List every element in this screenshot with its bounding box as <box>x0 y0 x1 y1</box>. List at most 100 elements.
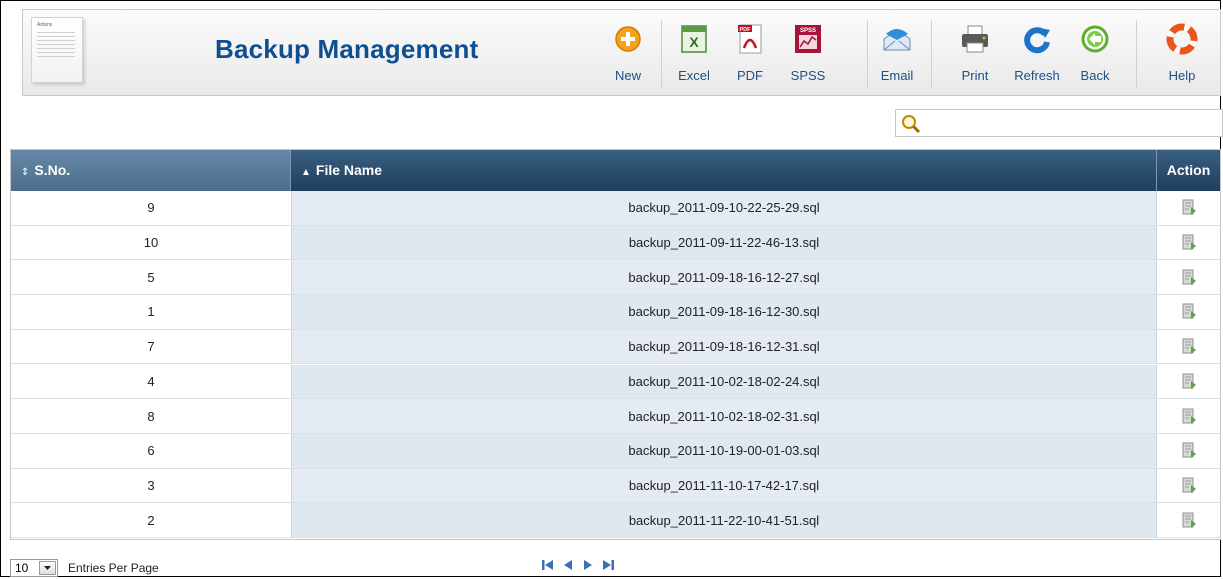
file-name-value: backup_2011-09-18-16-12-27.sql <box>628 269 820 285</box>
pdf-button-label: PDF <box>737 68 763 83</box>
table-row[interactable]: 3 backup_2011-11-10-17-42-17.sql <box>11 468 1220 504</box>
excel-export-button[interactable]: X Excel <box>671 10 717 96</box>
cell-file-name: backup_2011-09-10-22-25-29.sql <box>291 191 1157 225</box>
column-header-sno[interactable]: ⇕ S.No. <box>11 150 291 191</box>
file-name-value: backup_2011-10-02-18-02-31.sql <box>628 408 820 424</box>
plus-circle-icon <box>615 26 641 52</box>
print-button[interactable]: Print <box>953 10 997 96</box>
cell-sno: 4 <box>11 365 291 399</box>
search-icon[interactable] <box>900 113 922 135</box>
svg-text:X: X <box>689 34 699 50</box>
restore-backup-icon[interactable] <box>1181 234 1197 251</box>
cell-action <box>1157 330 1220 364</box>
table-row[interactable]: 6 backup_2011-10-19-00-01-03.sql <box>11 433 1220 469</box>
cell-file-name: backup_2011-10-02-18-02-24.sql <box>291 364 1157 399</box>
table-row[interactable]: 10 backup_2011-09-11-22-46-13.sql <box>11 225 1220 261</box>
back-button[interactable]: Back <box>1073 10 1117 96</box>
backup-files-table: ⇕ S.No. ▲ File Name Action 9 backup_2011-09… <box>10 149 1221 540</box>
sno-value: 6 <box>147 443 155 459</box>
page-title: Backup Management <box>215 34 479 64</box>
previous-page-icon[interactable] <box>561 558 575 572</box>
svg-text:SPSS: SPSS <box>800 28 816 34</box>
restore-backup-icon[interactable] <box>1181 408 1197 425</box>
search-box <box>895 109 1223 138</box>
cell-sno: 6 <box>11 434 291 468</box>
spss-button-label: SPSS <box>790 68 826 83</box>
restore-backup-icon[interactable] <box>1181 477 1197 494</box>
pdf-icon: PDF <box>738 24 762 54</box>
restore-backup-icon[interactable] <box>1181 269 1197 286</box>
column-header-file-name[interactable]: ▲ File Name <box>291 150 1157 191</box>
restore-backup-icon[interactable] <box>1181 512 1197 529</box>
sno-value: 9 <box>147 200 155 216</box>
help-button[interactable]: Help <box>1158 10 1206 96</box>
cell-action <box>1157 260 1220 294</box>
table-row[interactable]: 5 backup_2011-09-18-16-12-27.sql <box>11 260 1220 296</box>
cell-file-name: backup_2011-09-18-16-12-30.sql <box>291 295 1157 329</box>
table-row[interactable]: 9 backup_2011-09-10-22-25-29.sql <box>11 191 1220 226</box>
document-thumbnail-title: Artisns <box>37 22 53 28</box>
file-name-value: backup_2011-11-10-17-42-17.sql <box>628 477 820 493</box>
restore-backup-icon[interactable] <box>1181 442 1197 459</box>
new-button[interactable]: New <box>606 10 650 96</box>
svg-text:PDF: PDF <box>740 27 752 33</box>
email-button-label: Email <box>880 68 914 83</box>
sort-ascending-icon: ▲ <box>301 167 311 178</box>
entries-per-page-select[interactable]: 10 <box>10 559 58 577</box>
refresh-button-label: Refresh <box>1014 68 1060 83</box>
file-name-value: backup_2011-09-11-22-46-13.sql <box>628 235 820 251</box>
cell-action <box>1157 434 1220 468</box>
print-button-label: Print <box>961 68 989 83</box>
column-header-action: Action <box>1157 150 1220 191</box>
printer-icon <box>962 25 988 53</box>
last-page-icon[interactable] <box>601 558 615 572</box>
sort-both-icon: ⇕ <box>21 167 30 178</box>
table-row[interactable]: 4 backup_2011-10-02-18-02-24.sql <box>11 364 1220 400</box>
file-name-value: backup_2011-09-10-22-25-29.sql <box>628 200 820 216</box>
file-name-value: backup_2011-09-18-16-12-30.sql <box>628 304 820 320</box>
back-arrow-icon <box>1081 25 1109 53</box>
toolbar-divider <box>661 20 662 88</box>
table-row[interactable]: 2 backup_2011-11-22-10-41-51.sql <box>11 503 1220 538</box>
spss-export-button[interactable]: SPSS SPSS <box>783 10 833 96</box>
restore-backup-icon[interactable] <box>1181 303 1197 320</box>
restore-backup-icon[interactable] <box>1181 373 1197 390</box>
first-page-icon[interactable] <box>541 558 555 572</box>
entries-per-page-label: Entries Per Page <box>68 561 159 575</box>
cell-action <box>1157 399 1220 433</box>
cell-sno: 9 <box>11 191 291 225</box>
toolbar-divider <box>1136 20 1137 88</box>
document-thumbnail-icon: Artisns <box>31 17 83 83</box>
sno-value: 5 <box>147 269 155 285</box>
spss-icon: SPSS <box>795 25 821 53</box>
pdf-export-button[interactable]: PDF PDF <box>728 10 772 96</box>
cell-file-name: backup_2011-09-18-16-12-31.sql <box>291 329 1157 364</box>
cell-sno: 3 <box>11 469 291 503</box>
back-button-label: Back <box>1080 68 1110 83</box>
next-page-icon[interactable] <box>581 558 595 572</box>
excel-icon: X <box>681 25 707 53</box>
toolbar-divider <box>867 20 868 88</box>
table-row[interactable]: 8 backup_2011-10-02-18-02-31.sql <box>11 399 1220 434</box>
file-name-value: backup_2011-10-19-00-01-03.sql <box>628 443 820 459</box>
cell-action <box>1157 295 1220 329</box>
sno-value: 2 <box>147 512 155 528</box>
cell-file-name: backup_2011-09-18-16-12-27.sql <box>291 260 1157 295</box>
refresh-button[interactable]: Refresh <box>1008 10 1066 96</box>
file-name-value: backup_2011-09-18-16-12-31.sql <box>628 339 820 355</box>
toolbar-divider <box>931 20 932 88</box>
entries-per-page-value: 10 <box>15 561 29 575</box>
restore-backup-icon[interactable] <box>1181 199 1197 216</box>
dropdown-arrow-icon[interactable] <box>39 561 56 575</box>
search-input[interactable] <box>928 110 1222 138</box>
cell-file-name: backup_2011-10-19-00-01-03.sql <box>291 433 1157 468</box>
cell-file-name: backup_2011-09-11-22-46-13.sql <box>291 225 1157 260</box>
restore-backup-icon[interactable] <box>1181 338 1197 355</box>
table-row[interactable]: 1 backup_2011-09-18-16-12-30.sql <box>11 295 1220 330</box>
table-row[interactable]: 7 backup_2011-09-18-16-12-31.sql <box>11 329 1220 365</box>
email-button[interactable]: Email <box>874 10 920 96</box>
new-button-label: New <box>614 68 641 83</box>
cell-action <box>1157 226 1220 260</box>
header-toolbar: Artisns Backup Management New X Excel PD… <box>22 9 1221 96</box>
sno-value: 4 <box>147 373 155 389</box>
